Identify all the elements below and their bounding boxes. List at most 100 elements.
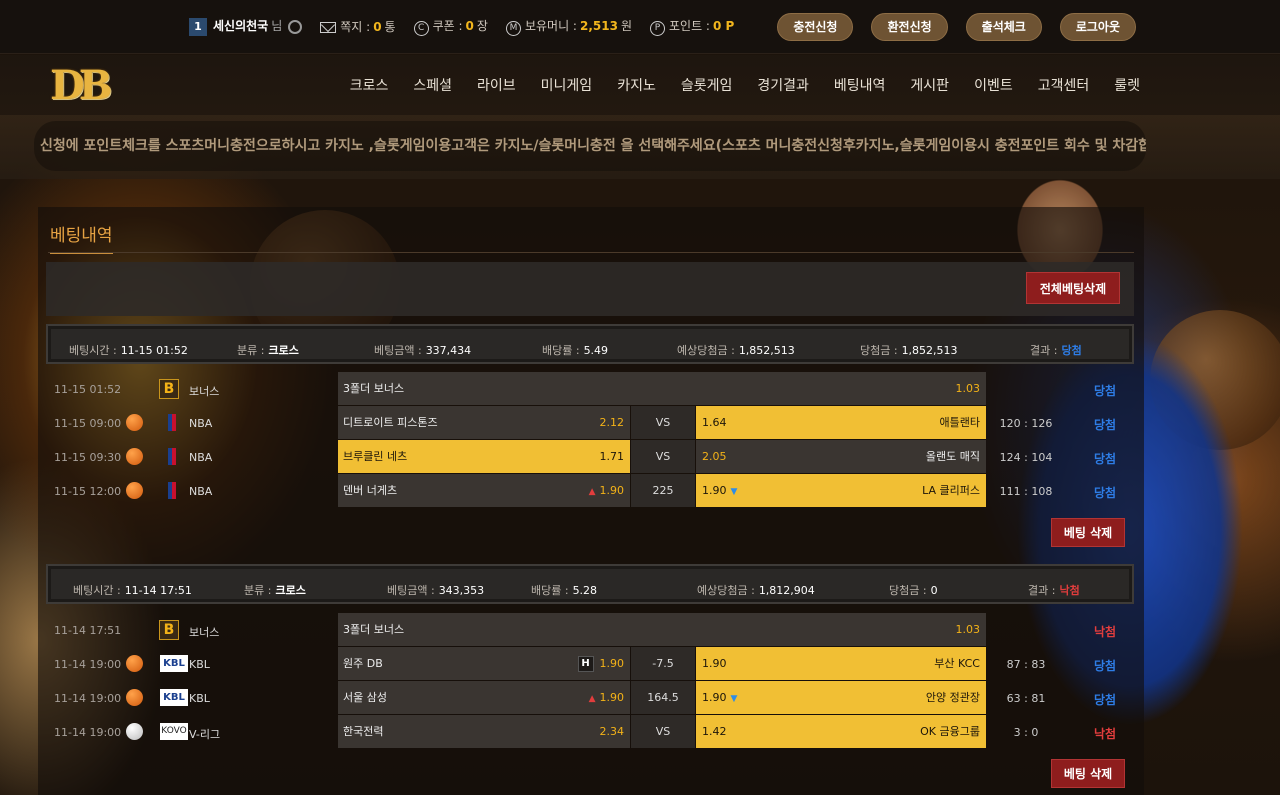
basketball-icon (126, 689, 143, 706)
home-team: 덴버 너게츠 (343, 484, 398, 497)
nav-casino[interactable]: 카지노 (617, 75, 656, 95)
row-league: KBL (189, 692, 210, 705)
site-logo[interactable]: DB (50, 65, 124, 107)
home-odd-value: 1.90 (599, 691, 625, 704)
row-result: 당첨 (1094, 418, 1117, 432)
summary-won-label: 당첨금 : (860, 344, 898, 357)
summary-amount-label: 베팅금액 : (374, 344, 422, 357)
nav-cross[interactable]: 크로스 (350, 75, 389, 95)
nav-support[interactable]: 고객센터 (1038, 75, 1090, 95)
bonus-odd: 1.03 (955, 623, 981, 636)
coupon-label: 쿠폰 : (432, 19, 463, 33)
point-icon: P (650, 21, 665, 36)
delete-all-bets-button[interactable]: 전체베팅삭제 (1026, 272, 1120, 304)
bet-summary: 베팅시간 :11-15 01:52 분류 : 크로스 베팅금액 :337,434 … (46, 324, 1134, 364)
bet-row: 11-14 19:00 KBL KBL 원주 DB H 1.90 -7.5 1.90… (46, 647, 1134, 681)
nav-minigame[interactable]: 미니게임 (541, 75, 593, 95)
row-result: 당첨 (1094, 452, 1117, 466)
summary-time-label: 베팅시간 : (69, 344, 117, 357)
money-icon: M (505, 21, 521, 36)
home-odd: H 1.90 (577, 647, 624, 680)
user-info: 1 세신의천국 님 쪽지 :0통 C 쿠폰 :0장 M 보유머니 :2,513 원 P 포인… (188, 17, 737, 36)
top-bar: 1 세신의천국 님 쪽지 :0통 C 쿠폰 :0장 M 보유머니 :2,513 원 P 포인… (0, 0, 1280, 54)
arrow-up-icon: ▲ (588, 694, 596, 704)
mail-label: 쪽지 : (340, 20, 371, 34)
row-time: 11-14 17:51 (54, 624, 122, 637)
home-odd-value: 1.90 (599, 484, 625, 497)
nba-logo-icon (160, 414, 188, 431)
row-league: NBA (189, 417, 213, 430)
home-team: 서울 삼성 (343, 691, 387, 704)
basketball-icon (126, 655, 143, 672)
row-time: 11-15 09:30 (54, 451, 122, 464)
home-odd: 2.12 (599, 416, 625, 429)
mail-count[interactable]: 쪽지 :0통 (320, 18, 396, 35)
delete-bet-button[interactable]: 베팅 삭제 (1051, 759, 1125, 788)
summary-expected: 예상당첨금 :1,812,904 (697, 582, 815, 598)
deposit-request-button[interactable]: 충전신청 (777, 12, 854, 41)
bonus-cell: 3폴더 보너스 1.03 (338, 372, 986, 405)
coupon-count[interactable]: C 쿠폰 :0장 (413, 17, 488, 36)
home-team-cell: 디트로이트 피스톤즈 2.12 (338, 406, 630, 439)
away-odd-value: 1.90 (702, 691, 727, 704)
handicap-cell: VS (631, 715, 695, 748)
bet-row: 11-15 09:30 NBA 브루클린 네츠 1.71 VS 2.05 올랜도 매… (46, 440, 1134, 474)
summary-odds-value: 5.49 (583, 344, 609, 357)
nav-special[interactable]: 스페셜 (413, 75, 452, 95)
nav-results[interactable]: 경기결과 (757, 75, 809, 95)
away-odd: 1.64 (702, 416, 727, 429)
nav-bar: DB 크로스 스페셜 라이브 미니게임 카지노 슬롯게임 경기결과 베팅내역 게… (0, 55, 1280, 115)
row-league: KBL (189, 658, 210, 671)
kbl-logo-icon: KBL (160, 655, 188, 672)
nba-logo-icon (160, 482, 188, 499)
nav-event[interactable]: 이벤트 (974, 75, 1013, 95)
summary-result-value: 당첨 (1061, 344, 1082, 357)
home-team-cell: 원주 DB H 1.90 (338, 647, 630, 680)
row-time: 11-14 19:00 (54, 726, 122, 739)
handicap-cell: 225 (631, 474, 695, 507)
summary-time-label: 베팅시간 : (73, 584, 121, 597)
row-result: 당첨 (1094, 659, 1117, 673)
notice-bar: 신청에 포인트체크를 스포츠머니충전으로하시고 카지노 ,슬롯게임이용고객은 카… (0, 115, 1280, 179)
summary-type-label: 분류 : (237, 344, 265, 357)
summary-expected-label: 예상당첨금 : (677, 344, 735, 357)
summary-won-label: 당첨금 : (889, 584, 927, 597)
home-odd: 1.71 (599, 450, 625, 463)
delete-bet-button[interactable]: 베팅 삭제 (1051, 518, 1125, 547)
bet-summary-bar: 베팅시간 :11-14 17:51 분류 : 크로스 베팅금액 :343,353 … (51, 569, 1129, 599)
mail-unit: 통 (384, 20, 396, 34)
away-team-cell: 2.05 올랜도 매직 (696, 440, 986, 473)
honorific: 님 (271, 19, 283, 33)
row-result: 당첨 (1094, 693, 1117, 707)
withdraw-request-button[interactable]: 환전신청 (871, 12, 948, 41)
away-team-cell: 1.90 ▼ 안양 정관장 (696, 681, 986, 714)
away-team: LA 클리퍼스 (922, 484, 980, 497)
summary-expected-value: 1,852,513 (738, 344, 795, 357)
bet-row: 11-15 12:00 NBA 덴버 너게츠 ▲ 1.90 225 1.90 ▼ LA … (46, 474, 1134, 508)
arrow-down-icon: ▼ (730, 487, 738, 497)
arrow-up-icon: ▲ (588, 487, 596, 497)
summary-amount-value: 337,434 (425, 344, 472, 357)
summary-odds-label: 배당률 : (531, 584, 569, 597)
nav-bet-history[interactable]: 베팅내역 (834, 75, 886, 95)
away-odd: 1.42 (702, 725, 727, 738)
away-team-cell: 1.90 ▼ LA 클리퍼스 (696, 474, 986, 507)
nav-roulette[interactable]: 룰렛 (1114, 75, 1140, 95)
bet-row: 11-14 17:51 B 보너스 3폴더 보너스 1.03 낙첨 (46, 613, 1134, 647)
nav-board[interactable]: 게시판 (910, 75, 949, 95)
bonus-name: 3폴더 보너스 (343, 382, 405, 395)
point-balance: P 포인트 :0 P (650, 17, 737, 36)
arrow-down-icon: ▼ (730, 694, 738, 704)
summary-won-value: 0 (930, 584, 938, 597)
home-odd: ▲ 1.90 (589, 474, 624, 509)
gear-icon[interactable] (288, 19, 303, 34)
logout-button[interactable]: 로그아웃 (1059, 12, 1136, 41)
row-league: NBA (189, 485, 213, 498)
home-team-cell: 한국전력 2.34 (338, 715, 630, 748)
user-name-block: 1 세신의천국 님 (188, 17, 303, 36)
row-result: 낙첨 (1094, 625, 1117, 639)
nav-slot[interactable]: 슬롯게임 (681, 75, 733, 95)
attendance-check-button[interactable]: 출석체크 (965, 12, 1042, 41)
nav-live[interactable]: 라이브 (477, 75, 516, 95)
home-odd: ▲ 1.90 (589, 681, 624, 716)
